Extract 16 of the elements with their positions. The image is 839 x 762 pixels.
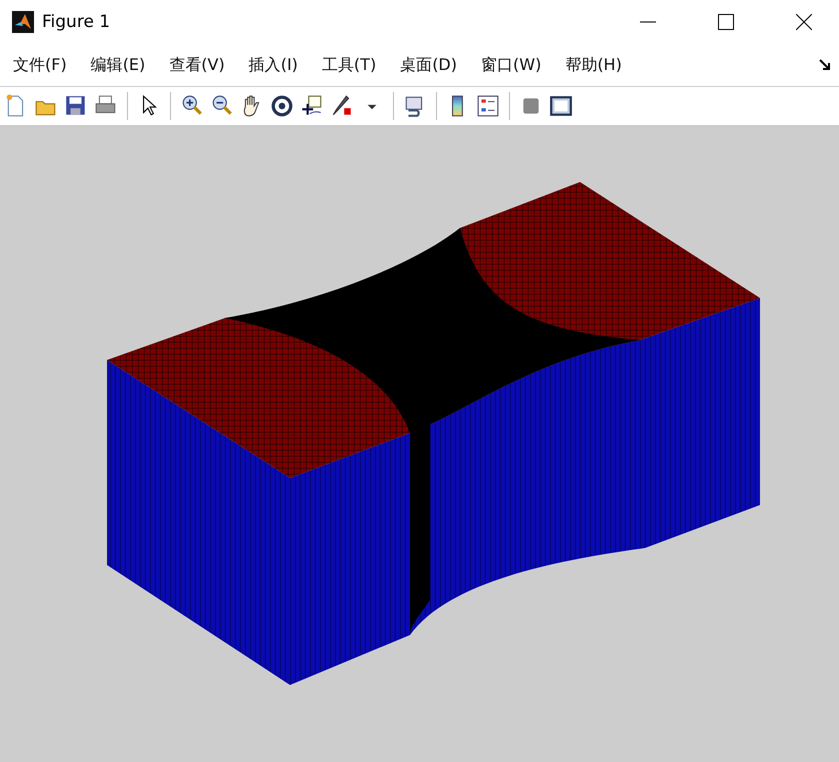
dock-arrow-icon[interactable] (819, 59, 831, 71)
app-logo-icon (12, 11, 34, 33)
menu-item[interactable]: 桌面(D) (391, 48, 466, 82)
menu-item[interactable]: 编辑(E) (82, 48, 154, 82)
menu-item[interactable]: 工具(T) (312, 48, 386, 82)
maximize-icon (718, 14, 734, 30)
menu-item[interactable]: 文件(F) (4, 48, 76, 82)
menu-item[interactable]: 窗口(W) (472, 48, 550, 82)
menu-item[interactable]: 插入(I) (240, 48, 307, 82)
minimize-icon (640, 21, 656, 23)
close-icon (796, 14, 812, 30)
window-title: Figure 1 (42, 12, 112, 32)
legend-icon[interactable] (476, 94, 500, 118)
menu-item[interactable]: 查看(V) (160, 48, 234, 82)
window-icon[interactable] (549, 94, 573, 118)
menu-item[interactable]: 帮助(H) (556, 48, 631, 82)
